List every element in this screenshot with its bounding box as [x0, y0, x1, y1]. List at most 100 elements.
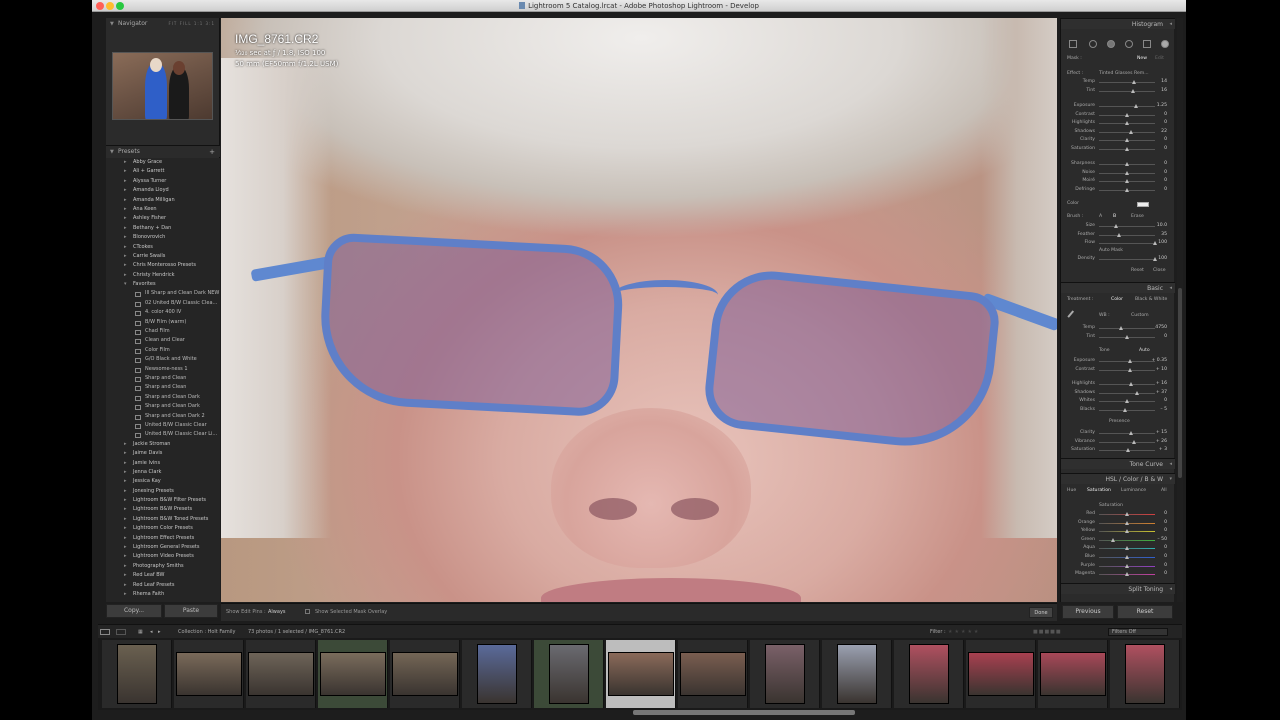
brush-slider-value[interactable]: 0 [1164, 136, 1167, 145]
brush-slider-track[interactable] [1099, 106, 1155, 107]
preset-folder[interactable]: CTcokes [106, 243, 220, 252]
preset-folder[interactable]: Rhema Faith [106, 590, 220, 599]
brush-slider-value[interactable]: 0 [1164, 119, 1167, 128]
filmstrip-thumbnail[interactable] [822, 640, 892, 708]
presence-slider-value[interactable]: + 26 [1156, 438, 1167, 447]
brush-slider-thumb[interactable] [1125, 170, 1129, 175]
brush-slider-thumb[interactable] [1125, 147, 1129, 151]
tone-auto-button[interactable]: Auto [1139, 348, 1150, 353]
hsl-slider-value[interactable]: 0 [1164, 570, 1167, 579]
wb-slider-thumb[interactable] [1125, 334, 1129, 339]
presence-slider-thumb[interactable] [1126, 448, 1131, 453]
tone-slider-thumb[interactable] [1123, 407, 1128, 412]
collection-label[interactable]: Collection : Holt Family [178, 629, 235, 635]
hsl-tab[interactable]: Saturation [1087, 488, 1111, 493]
secondary-window-icon[interactable] [116, 629, 126, 635]
hsl-slider-thumb[interactable] [1125, 563, 1129, 568]
presence-slider-value[interactable]: + 15 [1156, 429, 1167, 438]
filmstrip-thumbnail[interactable] [750, 640, 820, 708]
presence-slider-track[interactable] [1099, 441, 1155, 443]
brush-slider-thumb[interactable] [1133, 104, 1138, 108]
auto-mask-checkbox[interactable]: Auto Mask [1099, 248, 1123, 253]
hsl-slider-thumb[interactable] [1125, 512, 1129, 516]
right-panel-scrollbar[interactable] [1177, 18, 1183, 602]
mask-edit-button[interactable]: Edit [1155, 56, 1164, 61]
filter-preset-select[interactable]: Filters Off [1108, 628, 1168, 636]
preset-folder[interactable]: Jaime Davis [106, 449, 220, 458]
density-slider-thumb[interactable] [1153, 257, 1157, 261]
adjustment-brush-icon[interactable] [1161, 40, 1169, 48]
hsl-header[interactable]: HSL / Color / B & W [1061, 473, 1175, 485]
preset-folder[interactable]: Jenna Clark [106, 468, 220, 477]
filmstrip-thumbnail[interactable] [390, 640, 460, 708]
brush-erase-button[interactable]: Erase [1131, 214, 1144, 219]
preset-folder[interactable]: Christy Hendrick [106, 271, 220, 280]
preset-item[interactable]: Sharp and Clean Dark 2 [106, 412, 220, 421]
hsl-tab[interactable]: Hue [1067, 488, 1076, 493]
filmstrip-thumbnail[interactable] [102, 640, 172, 708]
hsl-slider-value[interactable]: 0 [1164, 562, 1167, 571]
brush-param-slider-thumb[interactable] [1116, 232, 1121, 237]
grid-view-icon[interactable]: ▦ [138, 629, 143, 635]
preset-folder[interactable]: Ana Keen [106, 205, 220, 214]
hsl-slider-thumb[interactable] [1125, 546, 1129, 551]
brush-a-button[interactable]: A [1099, 214, 1102, 219]
back-arrow-icon[interactable]: ◂ [150, 629, 153, 635]
previous-button[interactable]: Previous [1062, 605, 1114, 619]
preset-folder[interactable]: Ashley Fisher [106, 214, 220, 223]
tone-slider-value[interactable]: – 5 [1160, 406, 1167, 415]
preset-item[interactable]: 02 United B/W Classic Clea... [106, 299, 220, 308]
preset-folder[interactable]: Jessica Kay [106, 477, 220, 486]
hsl-slider-thumb[interactable] [1125, 555, 1129, 559]
tone-slider-track[interactable] [1099, 361, 1155, 362]
brush-slider-track[interactable] [1099, 131, 1155, 133]
treatment-color-button[interactable]: Color [1111, 297, 1123, 302]
forward-arrow-icon[interactable]: ▸ [158, 629, 161, 635]
hsl-tab[interactable]: All [1161, 488, 1167, 493]
brush-slider-value[interactable]: 0 [1164, 111, 1167, 120]
red-eye-icon[interactable] [1125, 40, 1133, 48]
density-slider-value[interactable]: 100 [1158, 255, 1167, 264]
filmstrip-scrollbar[interactable] [633, 710, 855, 715]
tone-slider-track[interactable] [1099, 392, 1155, 394]
brush-slider-thumb[interactable] [1130, 88, 1135, 93]
brush-param-slider-track[interactable] [1099, 226, 1155, 227]
add-preset-icon[interactable]: + [209, 146, 215, 158]
brush-slider-thumb[interactable] [1125, 138, 1129, 143]
preset-folder[interactable]: Lightroom B&W Toned Presets [106, 515, 220, 524]
preset-folder[interactable]: Lightroom Video Presets [106, 552, 220, 561]
brush-slider-thumb[interactable] [1125, 121, 1129, 126]
brush-slider-value[interactable]: 0 [1164, 169, 1167, 178]
hsl-slider-value[interactable]: 0 [1164, 553, 1167, 562]
preset-item[interactable]: III Sharp and Clean Dark NEW [106, 289, 220, 298]
brush-slider-thumb[interactable] [1125, 179, 1129, 184]
tone-slider-track[interactable] [1099, 384, 1155, 385]
tone-slider-thumb[interactable] [1127, 367, 1132, 372]
wb-slider-thumb[interactable] [1119, 326, 1124, 330]
brush-slider-thumb[interactable] [1125, 112, 1129, 117]
brush-slider-track[interactable] [1099, 90, 1155, 92]
brush-slider-value[interactable]: 0 [1164, 160, 1167, 169]
preset-folder[interactable]: Favorites [106, 280, 220, 289]
presence-slider-value[interactable]: + 3 [1159, 446, 1167, 455]
wb-slider-track[interactable] [1099, 328, 1155, 329]
hsl-slider-value[interactable]: 0 [1164, 519, 1167, 528]
preset-item[interactable]: 4. color 400 IV [106, 308, 220, 317]
brush-b-button[interactable]: B [1113, 214, 1116, 219]
hsl-slider-track[interactable] [1099, 539, 1155, 541]
hsl-slider-value[interactable]: 0 [1164, 544, 1167, 553]
hsl-slider-value[interactable]: – 50 [1157, 536, 1167, 545]
brush-slider-thumb[interactable] [1129, 129, 1134, 134]
brush-param-slider-track[interactable] [1099, 234, 1155, 236]
wb-slider-value[interactable]: 0 [1164, 333, 1167, 342]
eyedropper-icon[interactable] [1067, 310, 1079, 322]
reset-button[interactable]: Reset [1117, 605, 1173, 619]
tone-slider-thumb[interactable] [1125, 399, 1129, 404]
filmstrip-thumbnail[interactable] [318, 640, 388, 708]
brush-param-slider-value[interactable]: 35 [1161, 231, 1167, 240]
filter-color-labels[interactable]: ■■■■■ [1033, 629, 1062, 635]
preset-folder[interactable]: Amanda Lloyd [106, 186, 220, 195]
grid-icon[interactable] [1069, 40, 1077, 48]
preset-item[interactable]: B/W Film (warm) [106, 318, 220, 327]
tone-slider-thumb[interactable] [1135, 390, 1140, 395]
